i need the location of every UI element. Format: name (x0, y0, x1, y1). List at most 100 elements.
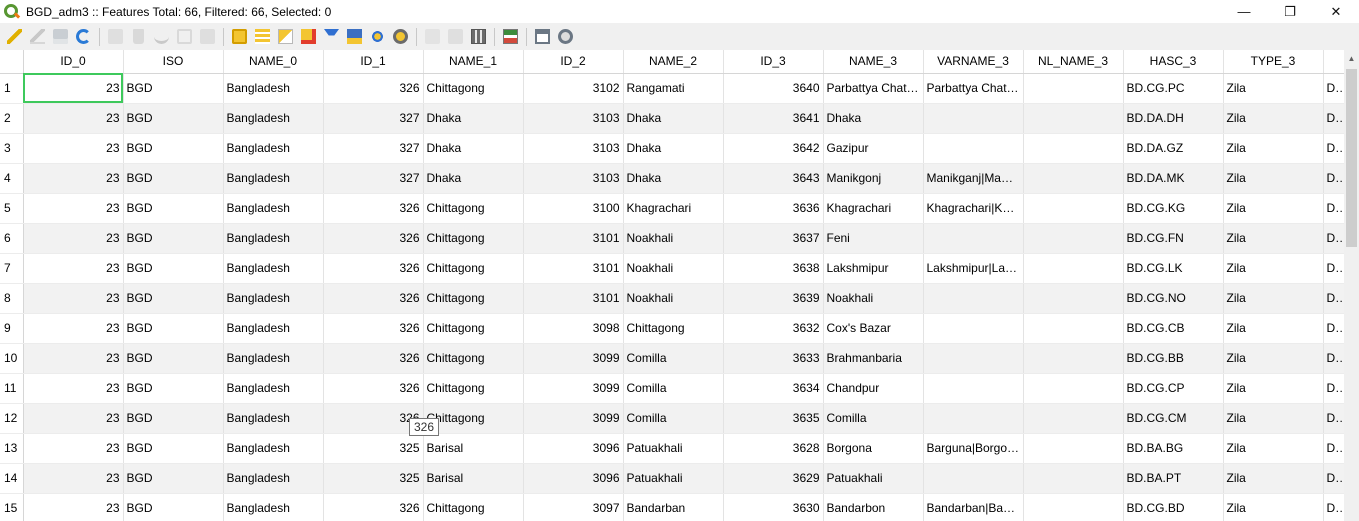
table-cell[interactable]: 23 (23, 403, 124, 434)
table-cell[interactable] (1023, 283, 1124, 314)
table-cell[interactable]: BGD (123, 253, 224, 284)
column-header[interactable]: ID_0 (23, 50, 124, 74)
table-cell[interactable]: 3099 (523, 373, 624, 404)
table-cell[interactable]: BD.CG.LK (1123, 253, 1224, 284)
row-number[interactable]: 9 (0, 313, 24, 344)
column-header[interactable]: NAME_1 (423, 50, 524, 74)
table-cell[interactable]: 326 (323, 313, 424, 344)
table-cell[interactable]: BGD (123, 163, 224, 194)
table-row[interactable]: 15 23 BGD Bangladesh 326 Chittagong 3097 Bandar… (0, 493, 1344, 521)
table-row[interactable]: 1 23 BGD Bangladesh 326 Chittagong 3102 Rangama… (0, 73, 1344, 104)
table-cell[interactable]: 326 (323, 193, 424, 224)
select-all-button[interactable] (251, 25, 274, 48)
table-cell[interactable] (923, 313, 1024, 344)
table-row[interactable]: 3 23 BGD Bangladesh 327 Dhaka 3103 Dhaka 3642 Gaz… (0, 133, 1344, 164)
table-cell[interactable]: 3099 (523, 343, 624, 374)
table-cell[interactable]: Bangladesh (223, 493, 324, 521)
table-cell[interactable]: Bangladesh (223, 193, 324, 224)
table-row[interactable]: 10 23 BGD Bangladesh 326 Chittagong 3099 Comill… (0, 343, 1344, 374)
move-selection-top-button[interactable] (343, 25, 366, 48)
row-number[interactable]: 11 (0, 373, 24, 404)
table-cell[interactable]: Chittagong (423, 343, 524, 374)
table-cell[interactable]: 325 (323, 433, 424, 464)
row-number[interactable]: 7 (0, 253, 24, 284)
table-cell[interactable]: Dis (1323, 193, 1344, 224)
close-button[interactable]: ✕ (1313, 0, 1359, 23)
table-cell[interactable]: Bangladesh (223, 253, 324, 284)
table-cell[interactable]: Barisal (423, 433, 524, 464)
table-cell[interactable]: 3638 (723, 253, 824, 284)
table-cell[interactable]: Chittagong (623, 313, 724, 344)
table-row[interactable]: 14 23 BGD Bangladesh 325 Barisal 3096 Patuakhal… (0, 463, 1344, 494)
table-cell[interactable]: Chittagong (423, 73, 524, 104)
table-cell[interactable]: Dis (1323, 73, 1344, 104)
add-feature-button[interactable] (104, 25, 127, 48)
table-cell[interactable]: Bangladesh (223, 463, 324, 494)
table-cell[interactable]: 23 (23, 493, 124, 521)
table-cell[interactable]: BD.CG.BB (1123, 343, 1224, 374)
table-cell[interactable] (1023, 313, 1124, 344)
table-cell[interactable]: Noakhali (623, 253, 724, 284)
table-row[interactable]: 1223BGDBangladesh326Chittagong3099Comill… (0, 403, 1344, 434)
table-row[interactable]: 6 23 BGD Bangladesh 326 Chittagong 3101 Noakhal… (0, 223, 1344, 254)
row-number[interactable]: 3 (0, 133, 24, 164)
table-cell[interactable]: 3098 (523, 313, 624, 344)
conditional-formatting-button[interactable] (499, 25, 522, 48)
row-number[interactable]: 4 (0, 163, 24, 194)
table-cell[interactable]: Manikgonj (823, 163, 924, 194)
table-cell[interactable]: BGD (123, 283, 224, 314)
table-cell[interactable]: 23 (23, 283, 124, 314)
row-number[interactable]: 10 (0, 343, 24, 374)
table-cell[interactable]: BD.DA.MK (1123, 163, 1224, 194)
table-cell[interactable]: 3637 (723, 223, 824, 254)
table-cell[interactable]: 3100 (523, 193, 624, 224)
table-cell[interactable]: Dis (1323, 343, 1344, 374)
table-cell[interactable]: 23 (23, 373, 124, 404)
table-cell[interactable]: BD.CG.KG (1123, 193, 1224, 224)
table-cell[interactable]: 3101 (523, 283, 624, 314)
table-cell[interactable]: Dis (1323, 253, 1344, 284)
table-cell[interactable]: 3103 (523, 163, 624, 194)
table-cell[interactable]: Dis (1323, 433, 1344, 464)
table-cell[interactable]: Dhaka (623, 133, 724, 164)
table-cell[interactable]: BD.BA.BG (1123, 433, 1224, 464)
table-cell[interactable] (1023, 163, 1124, 194)
table-cell[interactable]: BD.CG.NO (1123, 283, 1224, 314)
table-cell[interactable]: 3101 (523, 223, 624, 254)
table-cell[interactable]: Bangladesh (223, 133, 324, 164)
table-cell[interactable]: 3636 (723, 193, 824, 224)
table-cell[interactable] (1023, 193, 1124, 224)
table-cell[interactable]: BD.CG.CB (1123, 313, 1224, 344)
reload-button[interactable] (72, 25, 95, 48)
table-cell[interactable]: BGD (123, 223, 224, 254)
table-cell[interactable]: BGD (123, 133, 224, 164)
scroll-up-icon[interactable]: ▲ (1344, 50, 1359, 67)
multi-edit-button[interactable] (26, 25, 49, 48)
table-cell[interactable]: Zila (1223, 223, 1324, 254)
table-cell[interactable]: 3101 (523, 253, 624, 284)
table-cell[interactable]: 23 (23, 433, 124, 464)
row-number[interactable]: 5 (0, 193, 24, 224)
table-cell[interactable]: Dis (1323, 463, 1344, 494)
table-cell[interactable]: Zila (1223, 493, 1324, 521)
table-cell[interactable]: 3096 (523, 463, 624, 494)
row-number[interactable]: 15 (0, 493, 24, 521)
table-cell[interactable] (1023, 103, 1124, 134)
table-cell[interactable] (923, 373, 1024, 404)
table-cell[interactable]: 327 (323, 103, 424, 134)
table-cell[interactable]: BGD (123, 73, 224, 104)
table-cell[interactable]: Bangladesh (223, 373, 324, 404)
table-cell[interactable]: 23 (23, 73, 124, 104)
table-cell[interactable]: Chittagong (423, 193, 524, 224)
table-cell[interactable]: 3099 (523, 403, 624, 434)
table-cell[interactable] (923, 463, 1024, 494)
table-cell[interactable]: Chittagong (423, 253, 524, 284)
table-cell[interactable]: 3103 (523, 133, 624, 164)
table-cell[interactable]: 3643 (723, 163, 824, 194)
paste-button[interactable] (196, 25, 219, 48)
table-cell[interactable]: Borgona (823, 433, 924, 464)
table-cell[interactable]: Noakhali (823, 283, 924, 314)
column-header[interactable]: TYPE_3 (1223, 50, 1324, 74)
table-cell[interactable]: Noakhali (623, 283, 724, 314)
table-cell[interactable]: BD.CG.CM (1123, 403, 1224, 434)
